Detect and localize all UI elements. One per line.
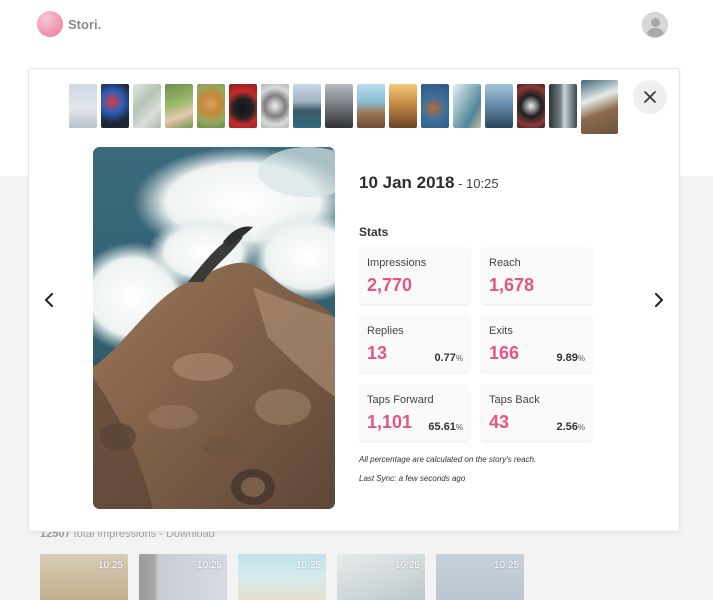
thumbnail-hands-leaves[interactable] [165,84,193,128]
previous-story-button[interactable] [39,288,59,312]
thumbnail-ocean-rocks[interactable] [581,80,618,134]
story-card[interactable]: 10:25 [436,554,524,600]
story-card[interactable]: 10:25 [238,554,326,600]
thumbnail-wooden-pier[interactable] [357,84,385,128]
stat-percentage: 65.61% [428,421,463,433]
thumbnail-black-dog-red[interactable] [229,84,257,128]
thumbnail-boston-terrier[interactable] [517,84,545,128]
story-time: 10:25 [394,560,420,571]
story-thumbnail-strip [69,80,622,134]
ocean-rocks-photo [93,147,335,509]
thumbnail-tree-branches[interactable] [133,84,161,128]
logo-mark-icon [37,11,63,37]
story-time: 10:25 [493,560,519,571]
thumbnail-wave-sand[interactable] [453,84,481,128]
stat-value: 2,770 [367,275,413,295]
stat-value: 43 [489,412,510,432]
story-image [93,147,335,509]
stat-card-replies: Replies 13 0.77% [359,315,470,372]
stat-label: Taps Forward [367,394,434,406]
stat-label: Taps Back [489,394,540,406]
story-date-time: 10 Jan 2018 - 10:25 [359,173,499,193]
story-time: 10:25 [196,560,222,571]
thumbnail-colorful-night[interactable] [101,84,129,128]
stat-card-exits: Exits 166 9.89% [481,315,592,372]
story-time: 10:25 [295,560,321,571]
last-sync-note: Last Sync: a few seconds ago [359,474,466,483]
percentage-note: All percentage are calculated on the sto… [359,455,537,464]
thumbnail-misty-mountains[interactable] [325,84,353,128]
story-card[interactable]: 10:25 [139,554,227,600]
story-card[interactable]: 10:25 [337,554,425,600]
thumbnail-mountain-lake[interactable] [293,84,321,128]
stat-label: Impressions [367,257,427,269]
stats-heading: Stats [359,225,389,239]
story-detail-modal: 10 Jan 2018 - 10:25 Stats Impressions 2,… [28,68,680,532]
story-card[interactable]: 10:25 [40,554,128,600]
stat-card-taps-forward: Taps Forward 1,101 65.61% [359,384,470,441]
thumbnail-lake-dock[interactable] [485,84,513,128]
stat-label: Exits [489,325,513,337]
stat-value: 166 [489,343,520,363]
user-avatar[interactable] [642,12,668,38]
stat-percentage: 9.89% [556,352,585,364]
close-button[interactable] [633,80,667,114]
story-grid: 10:25 10:25 10:25 10:25 10:25 [40,554,524,600]
story-date: 10 Jan 2018 [359,173,455,192]
stat-value: 1,101 [367,412,413,432]
thumbnail-doorway-light[interactable] [549,84,577,128]
chevron-right-icon [655,293,663,307]
stat-value: 1,678 [489,275,535,295]
thumbnail-golden-dog[interactable] [197,84,225,128]
stat-percentage: 2.56% [556,421,585,433]
stat-card-reach: Reach 1,678 [481,247,592,304]
next-story-button[interactable] [649,288,669,312]
stat-label: Replies [367,325,404,337]
stat-percentage: 0.77% [434,352,463,364]
thumbnail-golden-waves[interactable] [389,84,417,128]
story-time: - 10:25 [454,176,499,191]
stat-card-impressions: Impressions 2,770 [359,247,470,304]
thumbnail-husky-dog[interactable] [261,84,289,128]
stat-card-taps-back: Taps Back 43 2.56% [481,384,592,441]
close-icon [644,91,656,103]
thumbnail-bird-flight[interactable] [421,84,449,128]
stat-label: Reach [489,257,521,269]
stat-value: 13 [367,343,388,363]
chevron-left-icon [45,293,53,307]
thumbnail-people-beach[interactable] [69,84,97,128]
brand-name: Stori. [68,16,102,32]
brand-logo[interactable]: Stori. [37,11,101,37]
story-time: 10:25 [97,560,123,571]
